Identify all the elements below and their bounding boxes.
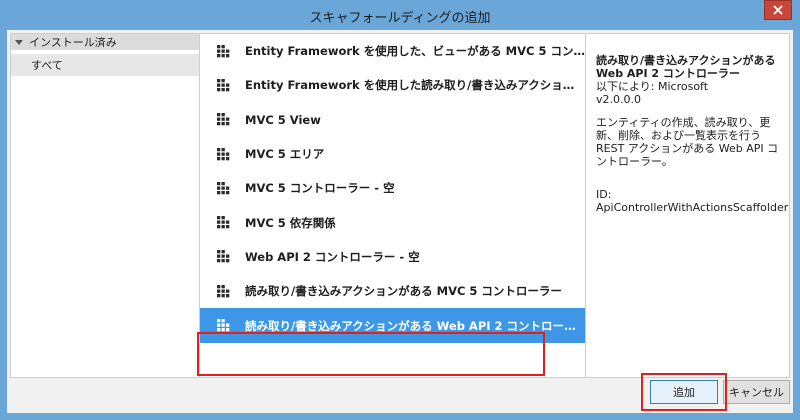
- list-item[interactable]: MVC 5 依存関係: [200, 205, 585, 239]
- list-item[interactable]: 読み取り/書き込みアクションがある Web API 2 コントローラー: [200, 308, 585, 343]
- list-item-label: MVC 5 View: [245, 112, 321, 127]
- scaffold-grid-icon: [217, 216, 230, 229]
- expand-triangle-icon[interactable]: [15, 39, 23, 45]
- details-title: 読み取り/書き込みアクションがある Web API 2 コントローラー: [596, 54, 776, 80]
- scaffold-list: Entity Framework を使用した、ビューがある MVC 5 コントロ…: [200, 33, 586, 378]
- list-item-label: 読み取り/書き込みアクションがある MVC 5 コントローラー: [245, 284, 562, 299]
- scaffold-grid-icon: [217, 319, 230, 332]
- list-item-label: MVC 5 コントローラー - 空: [245, 181, 395, 196]
- details-pane: 読み取り/書き込みアクションがある Web API 2 コントローラー 以下によ…: [586, 33, 790, 378]
- window-title: スキャフォールディングの追加: [309, 11, 491, 26]
- tree-node-installed[interactable]: インストール済み: [11, 34, 199, 50]
- list-item-label: MVC 5 依存関係: [245, 215, 336, 230]
- scaffold-grid-icon: [217, 113, 230, 126]
- details-version: v2.0.0.0: [596, 93, 641, 106]
- list-item-label: Entity Framework を使用した読み取り/書き込みアクションがある …: [245, 78, 585, 93]
- details-author: 以下により: Microsoft: [596, 80, 709, 93]
- tree-item-all[interactable]: すべて: [11, 54, 199, 76]
- list-item-label: 読み取り/書き込みアクションがある Web API 2 コントローラー: [245, 318, 585, 333]
- scaffold-grid-icon: [217, 250, 230, 263]
- cancel-button[interactable]: キャンセル: [723, 380, 790, 404]
- scaffold-grid-icon: [217, 181, 230, 195]
- close-button[interactable]: [764, 0, 792, 20]
- scaffold-grid-icon: [217, 44, 230, 58]
- scaffold-grid-icon: [217, 284, 230, 298]
- list-item-label: MVC 5 エリア: [245, 147, 325, 162]
- list-item[interactable]: 読み取り/書き込みアクションがある MVC 5 コントローラー: [200, 274, 585, 308]
- tree-node-label: インストール済み: [29, 36, 117, 49]
- list-item[interactable]: Entity Framework を使用した、ビューがある MVC 5 コントロ…: [200, 34, 585, 68]
- details-description: エンティティの作成、読み取り、更新、削除、および一覧表示を行う REST アクシ…: [596, 116, 779, 168]
- scaffold-grid-icon: [217, 147, 230, 161]
- list-item[interactable]: MVC 5 エリア: [200, 137, 585, 171]
- details-id: ID: ApiControllerWithActionsScaffolder: [596, 188, 789, 214]
- list-item-label: Web API 2 コントローラー - 空: [245, 249, 420, 264]
- list-item[interactable]: Web API 2 コントローラー - 空: [200, 240, 585, 274]
- list-item[interactable]: MVC 5 コントローラー - 空: [200, 171, 585, 205]
- list-item-label: Entity Framework を使用した、ビューがある MVC 5 コントロ…: [245, 44, 585, 59]
- list-item[interactable]: Entity Framework を使用した読み取り/書き込みアクションがある …: [200, 68, 585, 102]
- dialog-window: スキャフォールディングの追加 インストール済み すべて Entity Frame…: [0, 0, 800, 420]
- close-icon: [773, 5, 783, 15]
- add-button[interactable]: 追加: [650, 380, 718, 404]
- scaffold-items: Entity Framework を使用した、ビューがある MVC 5 コントロ…: [200, 34, 585, 343]
- title-bar: スキャフォールディングの追加: [0, 0, 800, 30]
- scaffold-grid-icon: [217, 78, 230, 92]
- list-item[interactable]: MVC 5 View: [200, 103, 585, 137]
- category-tree: インストール済み すべて: [10, 33, 200, 378]
- dialog-body: インストール済み すべて Entity Framework を使用した、ビューが…: [7, 30, 793, 413]
